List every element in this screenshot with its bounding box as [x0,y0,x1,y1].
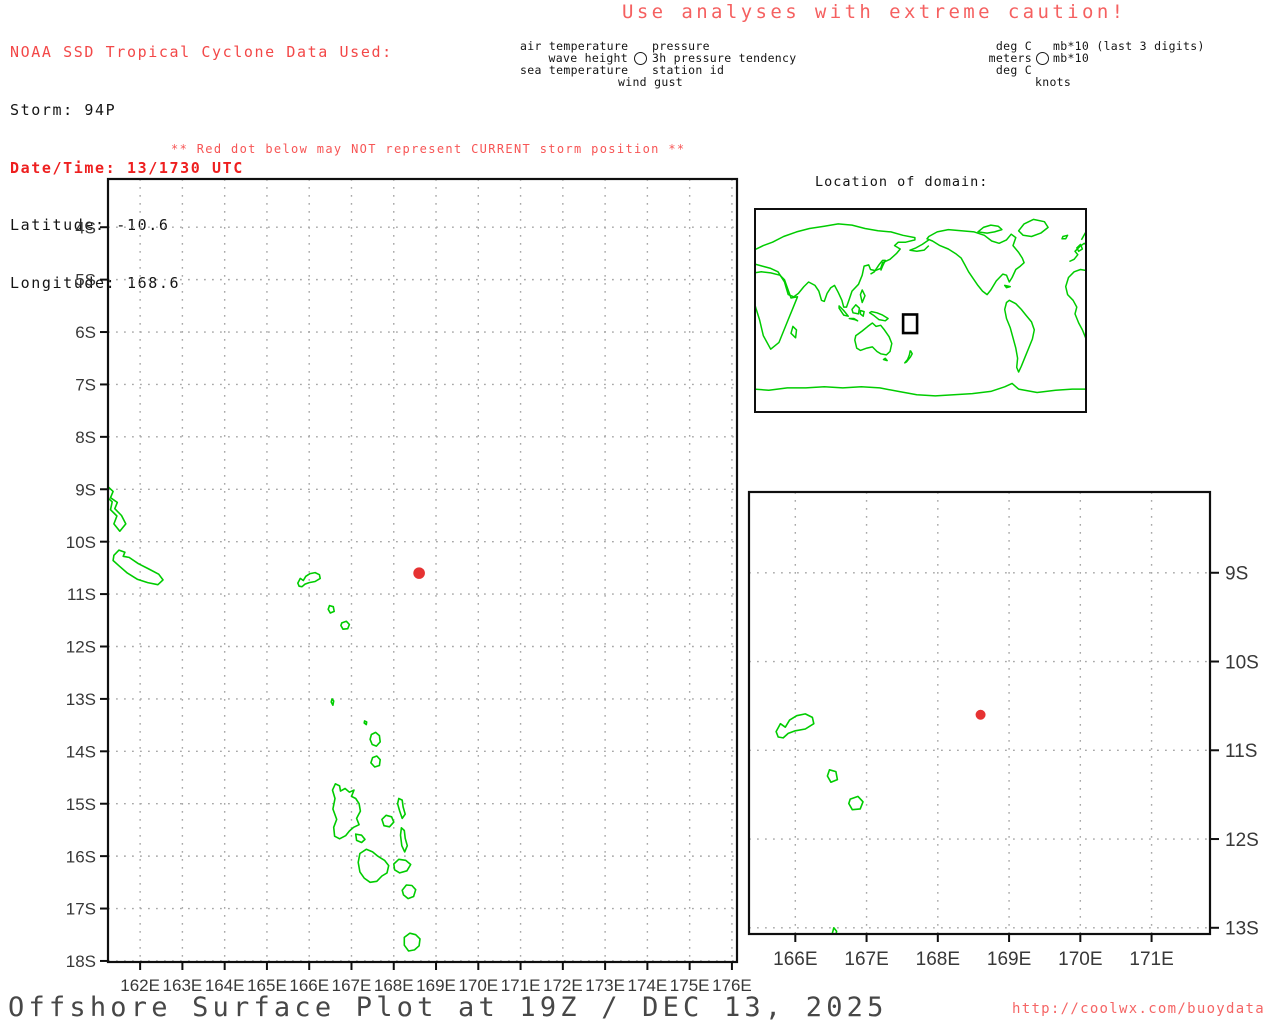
y-tick-label: 13S [66,690,96,709]
unit-mb10-tendency: mb*10 [1053,50,1090,65]
island-utupua [327,604,335,614]
y-tick-label: 9S [1225,564,1248,585]
y-tick-label: 14S [66,742,96,761]
world-java [848,317,859,322]
y-tick-label: 8S [75,428,96,447]
storm-position-dot [975,709,986,720]
island-epi [401,884,417,900]
world-frame [754,208,1087,413]
island-islet-c [363,720,368,726]
world-iceland [1061,234,1069,240]
units-circle-icon [1036,51,1049,65]
y-tick-label: 4S [75,218,96,237]
world-south-america [1003,299,1036,373]
y-tick-label: 18S [66,952,96,971]
storm-position-dot [413,567,425,579]
legend-sea-temperature: sea temperature [520,62,629,77]
world-cuba [1003,284,1011,289]
world-sulawesi [859,309,865,317]
page-title: Offshore Surface Plot at 19Z / DEC 13, 2… [8,992,888,1023]
station-circle-icon [633,51,647,65]
island-makira [112,549,164,586]
world-australia [854,322,893,356]
world-africa-left [754,271,799,350]
x-tick-label: 170E [1058,949,1102,970]
units-legend: deg C mb*10 (last 3 digits) meters mb*10… [962,40,1205,89]
world-madagascar [790,325,798,339]
storm-info-storm: Storm: 94P [10,101,117,120]
world-coastlines [754,218,1087,397]
world-antarctica [754,382,1087,397]
coastlines [108,485,421,952]
world-new-zealand [904,350,913,364]
axis-ticks [100,226,733,970]
world-borneo [851,304,861,315]
y-tick-label: 12S [66,638,96,657]
y-tick-label: 11S [67,585,96,604]
world-eurasia [754,223,916,308]
island-gaua [370,755,381,768]
unit-knots: knots [1035,74,1072,89]
x-tick-label: 166E [773,949,817,970]
island-espiritu-santo [331,783,362,840]
island-malo [354,833,366,844]
island-utupua [826,769,839,783]
world-location-map [754,208,1087,413]
coastlines [775,713,864,934]
y-tick-label: 10S [1225,652,1259,673]
x-tick-label: 169E [987,949,1031,970]
y-tick-label: 11S [1225,741,1257,762]
island-islet-a [340,620,351,630]
world-inset-title: Location of domain: [815,174,989,190]
storm-position-warning: ** Red dot below may NOT represent CURRE… [171,142,686,156]
world-philippines [859,289,866,304]
y-tick-label: 6S [75,323,96,342]
island-ambrym [393,858,412,874]
y-tick-label: 10S [66,533,96,552]
y-tick-label: 15S [66,795,96,814]
axis-labels: 162E 163E 164E 165E 166E 167E 168E 169E 170E 171E… [66,218,752,995]
unit-deg-c-sea: deg C [995,62,1032,77]
world-new-guinea [868,310,889,322]
y-tick-label: 9S [75,480,96,499]
x-tick-label: 168E [916,949,960,970]
y-tick-label: 17S [66,900,96,919]
buoydata-link[interactable]: http://coolwx.com/buoydata [1012,1001,1265,1017]
y-tick-label: 12S [1225,830,1259,851]
zoom-inset-map: 166E 167E 168E 169E 170E 171E 9S 10S 11S 12S 13S [747,490,1259,970]
world-britain [1076,243,1084,253]
axis-labels: 166E 167E 168E 169E 170E 171E 9S 10S 11S 12S 13S [773,564,1259,970]
world-canadian-arctic [977,224,1003,234]
storm-info-source: NOAA SSD Tropical Cyclone Data Used: [10,43,393,62]
island-vanikoro [775,713,815,739]
domain-box [901,313,919,335]
island-pentecost [399,827,409,853]
island-maewo [396,797,406,820]
world-north-america [926,228,1025,296]
island-efate [403,932,421,952]
island-malakula [357,848,390,884]
world-africa-right [1064,268,1087,342]
caution-banner: Use analyses with extreme caution! [622,1,1127,23]
main-surface-map: 162E 163E 164E 165E 166E 167E 168E 169E 170E 171E… [66,177,752,995]
x-tick-label: 171E [1129,949,1173,970]
y-tick-label: 7S [75,376,96,395]
world-tasmania [882,357,888,362]
y-tick-label: 5S [75,271,96,290]
island-solomons-sliver [108,485,127,532]
island-islet-b [330,698,335,706]
y-tick-label: 16S [66,847,96,866]
island-islet-a [848,795,864,811]
world-greenland [1017,218,1049,238]
station-plot-legend: air temperature pressure wave height 3h … [520,40,796,89]
legend-wind-gust: wind gust [618,74,684,89]
axis-ticks [794,571,1219,942]
x-tick-label: 167E [844,949,888,970]
island-aoba [381,814,395,828]
y-tick-label: 13S [1225,919,1259,940]
island-vanua-lava [369,731,381,747]
